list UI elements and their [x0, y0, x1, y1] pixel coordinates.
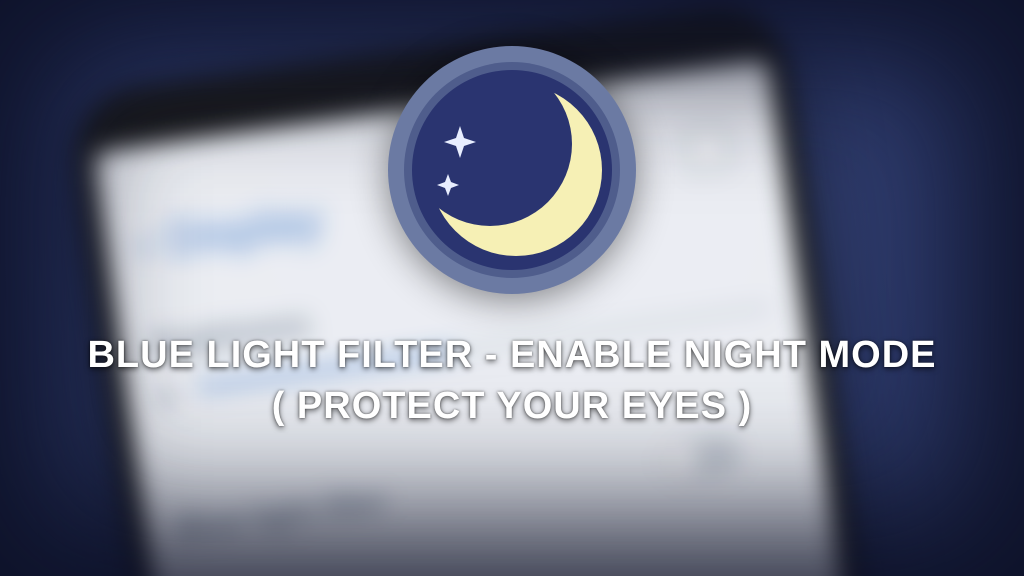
back-chevron-icon: ‹ — [133, 216, 156, 273]
headline: BLUE LIGHT FILTER - ENABLE NIGHT MODE ( … — [0, 330, 1024, 433]
headline-line-1: BLUE LIGHT FILTER - ENABLE NIGHT MODE — [30, 330, 994, 381]
moon-night-mode-icon — [382, 40, 642, 300]
headline-line-2: ( PROTECT YOUR EYES ) — [30, 381, 994, 432]
app-icon — [382, 40, 642, 300]
phone-screen-title: Display — [163, 192, 327, 268]
phone-checkbox — [684, 125, 731, 172]
promo-banner: ‹ Display Brightness ◐ Blue light filter… — [0, 0, 1024, 576]
phone-toggle — [659, 432, 744, 483]
